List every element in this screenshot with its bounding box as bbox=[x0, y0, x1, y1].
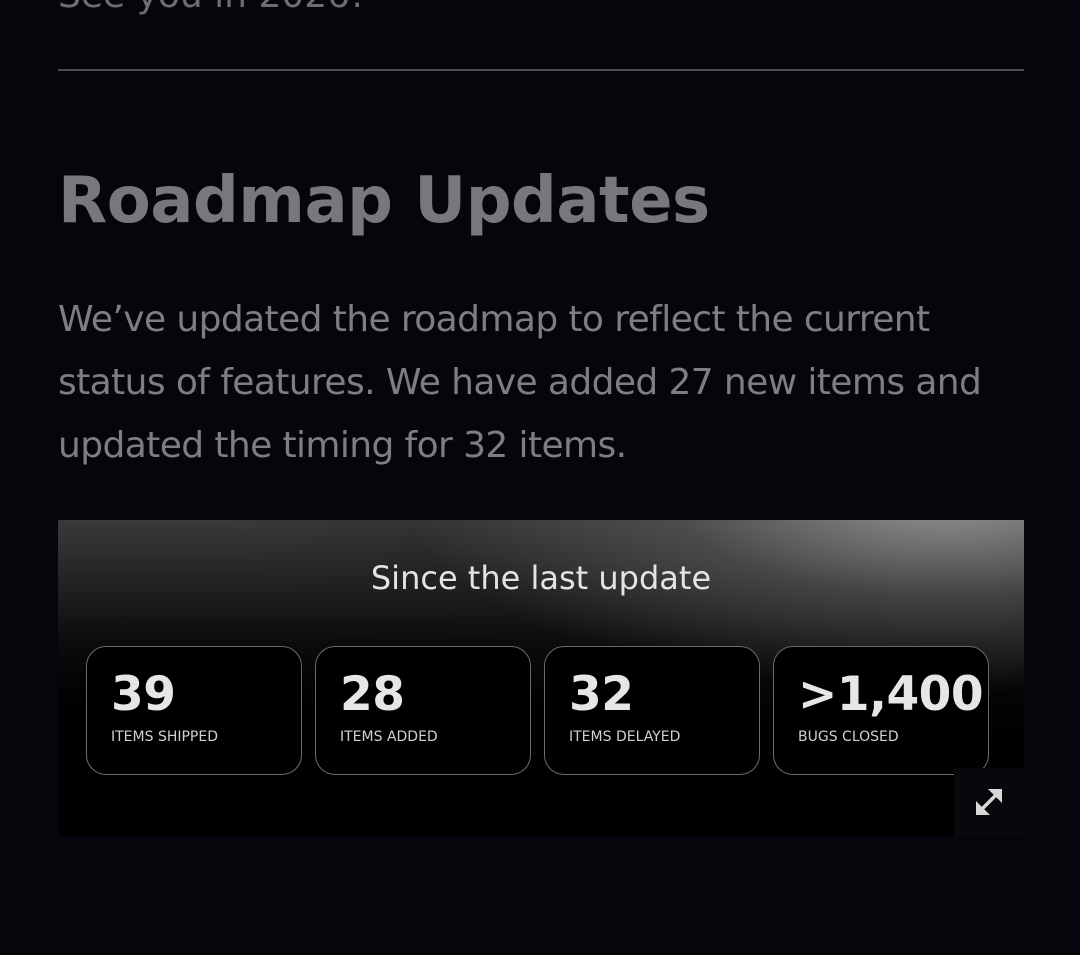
stat-label: ITEMS SHIPPED bbox=[111, 729, 218, 745]
section-body: We’ve updated the roadmap to reflect the… bbox=[58, 299, 982, 466]
stat-value: 32 bbox=[569, 667, 634, 722]
stat-card-bugs-closed: >1,400 BUGS CLOSED bbox=[773, 646, 989, 775]
stat-label: BUGS CLOSED bbox=[798, 729, 899, 745]
stat-label: ITEMS DELAYED bbox=[569, 729, 681, 745]
stat-card-items-delayed: 32 ITEMS DELAYED bbox=[544, 646, 760, 775]
page: See you in 2026! Roadmap Updates We’ve u… bbox=[0, 0, 1080, 955]
section-title: Roadmap Updates bbox=[58, 164, 710, 238]
roadmap-stats-embed: Since the last update 39 ITEMS SHIPPED 2… bbox=[58, 520, 1024, 836]
stat-value: 39 bbox=[111, 667, 176, 722]
stat-value: 28 bbox=[340, 667, 405, 722]
embed-title: Since the last update bbox=[370, 559, 712, 597]
stat-label: ITEMS ADDED bbox=[340, 729, 438, 745]
expand-arrows-icon bbox=[976, 789, 1002, 815]
section-divider bbox=[58, 69, 1024, 71]
stat-value: >1,400 bbox=[798, 667, 984, 722]
previous-section-closing-line: See you in 2026! bbox=[58, 0, 365, 16]
expand-button[interactable] bbox=[954, 768, 1024, 836]
stat-card-items-shipped: 39 ITEMS SHIPPED bbox=[86, 646, 302, 775]
stat-card-items-added: 28 ITEMS ADDED bbox=[315, 646, 531, 775]
